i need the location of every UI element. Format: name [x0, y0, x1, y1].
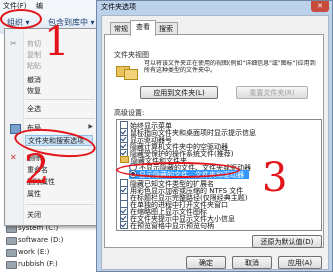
annotation-circle-1 — [0, 9, 42, 29]
annotation-circle-3 — [116, 162, 240, 178]
setting-row[interactable]: 在预览窗格中显示预览句柄 — [120, 221, 214, 230]
drive-icon — [6, 225, 17, 233]
folder-views-title: 文件夹视图 — [114, 51, 149, 59]
drive-item[interactable]: rubbish (F:) — [6, 260, 58, 269]
menu-separator — [25, 118, 95, 119]
menu-item-copy[interactable]: 复制 — [27, 50, 41, 60]
apply-to-folders-button[interactable]: 应用到文件夹(L) — [140, 86, 218, 99]
drive-icon — [6, 237, 17, 245]
checkbox[interactable] — [120, 221, 128, 229]
drive-icon — [6, 261, 17, 269]
delete-icon: ✕ — [10, 153, 17, 162]
drive-icon — [6, 249, 17, 257]
tab-view[interactable]: 查看 — [130, 20, 156, 36]
menu-item-select-all[interactable]: 全选 — [27, 104, 41, 114]
menu-item-close[interactable]: 关闭 — [27, 210, 41, 220]
menu-edit[interactable]: 编 — [36, 1, 43, 11]
menu-item-paste[interactable]: 粘贴 — [27, 61, 41, 71]
menu-separator — [25, 99, 95, 100]
annotation-number-1: 1 — [44, 19, 70, 65]
close-icon[interactable]: ✕ — [311, 1, 329, 12]
submenu-arrow-icon: ▶ — [88, 123, 93, 130]
dialog-title: 文件夹选项 — [101, 3, 136, 11]
cancel-button[interactable]: 取消 — [232, 256, 272, 269]
scissors-icon: ✂ — [10, 39, 17, 48]
folder-icon — [120, 156, 129, 163]
menu-separator — [25, 204, 95, 205]
ok-button[interactable]: 确定 — [186, 256, 226, 269]
apply-button[interactable]: 应用(A) — [278, 256, 322, 269]
menu-item-redo[interactable]: 恢复 — [27, 86, 41, 96]
annotation-number-3: 3 — [262, 155, 288, 201]
restore-defaults-button[interactable]: 还原为默认值(D) — [252, 235, 322, 248]
reset-folders-button[interactable]: 重置文件夹(R) — [236, 86, 308, 99]
folder-views-description: 可以将该文件夹正在使用的视图(例如"详细信息"或"图标")应用到所有这种类型的文… — [144, 60, 316, 74]
menu-item-undo[interactable]: 撤消 — [27, 75, 41, 85]
advanced-settings-title: 高级设置: — [114, 109, 145, 117]
menu-item-cut[interactable]: 剪切 — [27, 39, 41, 49]
annotation-number-2: 2 — [24, 147, 50, 193]
drive-item[interactable]: work (E:) — [6, 248, 49, 257]
drive-item[interactable]: software (D:) — [6, 236, 64, 245]
folder-views-icon — [116, 62, 140, 80]
